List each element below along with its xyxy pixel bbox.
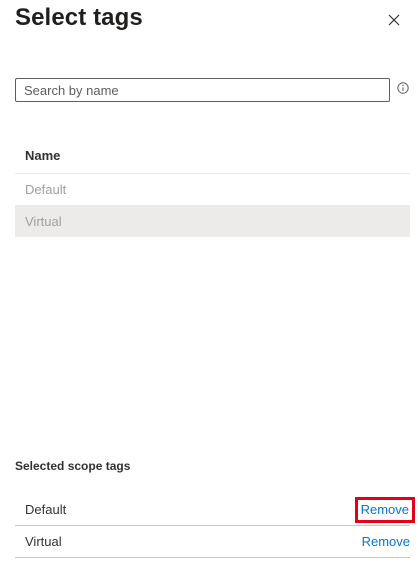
tag-row-virtual[interactable]: Virtual xyxy=(15,205,410,237)
close-icon xyxy=(388,14,400,26)
scope-tag-row-virtual: Virtual Remove xyxy=(15,526,410,558)
tag-row-label: Default xyxy=(25,182,67,197)
scope-tag-name: Virtual xyxy=(25,534,62,549)
name-column-header[interactable]: Name xyxy=(25,148,60,163)
scope-tag-name: Default xyxy=(25,502,67,517)
close-button[interactable] xyxy=(384,10,404,30)
tag-row-default[interactable]: Default xyxy=(15,173,410,205)
selected-scope-tags-heading: Selected scope tags xyxy=(15,459,131,473)
tag-row-label: Virtual xyxy=(25,214,62,229)
scope-tag-row-default: Default Remove xyxy=(15,494,416,526)
remove-default-link[interactable]: Remove xyxy=(354,497,416,523)
search-input[interactable] xyxy=(15,78,390,102)
remove-virtual-link[interactable]: Remove xyxy=(362,534,410,550)
info-icon[interactable] xyxy=(397,82,409,94)
panel-title: Select tags xyxy=(15,4,143,31)
